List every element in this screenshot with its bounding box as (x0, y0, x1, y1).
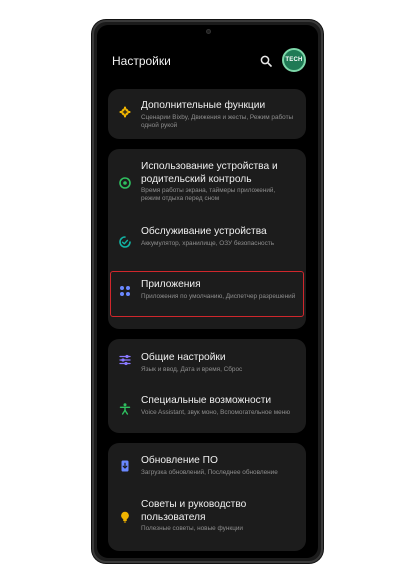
item-subtitle: Время работы экрана, таймеры приложений,… (141, 187, 276, 203)
item-subtitle: Полезные советы, новые функции (141, 525, 243, 532)
settings-item-digital-wellbeing[interactable]: Использование устройства и родительский … (108, 149, 306, 215)
gear-plus-icon (119, 106, 131, 118)
settings-item-software-update[interactable]: Обновление ПО Загрузка обновлений, После… (108, 443, 306, 489)
search-icon[interactable] (260, 55, 272, 67)
item-subtitle: Язык и ввод, Дата и время, Сброс (141, 366, 243, 373)
phone-frame: Настройки TECH Дополнительные функции Сц… (92, 20, 323, 563)
settings-card-general: Общие настройки Язык и ввод, Дата и врем… (108, 339, 306, 433)
wellbeing-icon (119, 177, 131, 189)
settings-card-support: Обновление ПО Загрузка обновлений, После… (108, 443, 306, 551)
settings-item-tips[interactable]: Советы и руководство пользователя Полезн… (108, 489, 306, 551)
item-subtitle: Аккумулятор, хранилище, ОЗУ безопасность (141, 240, 275, 247)
item-subtitle: Приложения по умолчанию, Диспетчер разре… (141, 293, 296, 300)
account-avatar[interactable]: TECH (282, 48, 306, 72)
software-update-icon (121, 460, 129, 472)
item-subtitle: Voice Assistant, звук моно, Вспомогатель… (141, 409, 291, 416)
app-bar: Настройки TECH (97, 45, 318, 75)
item-title: Приложения (141, 279, 201, 290)
item-title: Обслуживание устройства (141, 226, 267, 237)
item-subtitle: Загрузка обновлений, Последнее обновлени… (141, 469, 278, 476)
settings-card-device: Использование устройства и родительский … (108, 149, 306, 329)
settings-card-advanced: Дополнительные функции Сценарии Bixby, Д… (108, 89, 306, 139)
settings-item-apps[interactable]: Приложения Приложения по умолчанию, Дисп… (108, 265, 306, 327)
apps-grid-icon (120, 286, 130, 296)
sliders-icon (119, 354, 131, 366)
item-title: Обновление ПО (141, 455, 218, 466)
item-title: Общие настройки (141, 352, 226, 363)
item-title: Использование устройства и родительский … (141, 161, 278, 185)
item-title: Специальные возможности (141, 395, 272, 406)
page-title: Настройки (112, 54, 171, 68)
item-subtitle: Сценарии Bixby, Движения и жесты, Режим … (141, 114, 294, 130)
device-care-icon (119, 236, 131, 248)
item-title: Советы и руководство пользователя (141, 499, 247, 523)
lightbulb-icon (121, 511, 129, 523)
settings-item-general-management[interactable]: Общие настройки Язык и ввод, Дата и врем… (108, 339, 306, 377)
settings-item-accessibility[interactable]: Специальные возможности Voice Assistant,… (108, 385, 306, 433)
settings-item-device-care[interactable]: Обслуживание устройства Аккумулятор, хра… (108, 215, 306, 265)
settings-item-advanced-features[interactable]: Дополнительные функции Сценарии Bixby, Д… (108, 89, 306, 139)
accessibility-icon (119, 403, 131, 415)
settings-screen: Настройки TECH Дополнительные функции Сц… (97, 25, 318, 558)
item-title: Дополнительные функции (141, 100, 266, 111)
front-camera (205, 29, 211, 34)
